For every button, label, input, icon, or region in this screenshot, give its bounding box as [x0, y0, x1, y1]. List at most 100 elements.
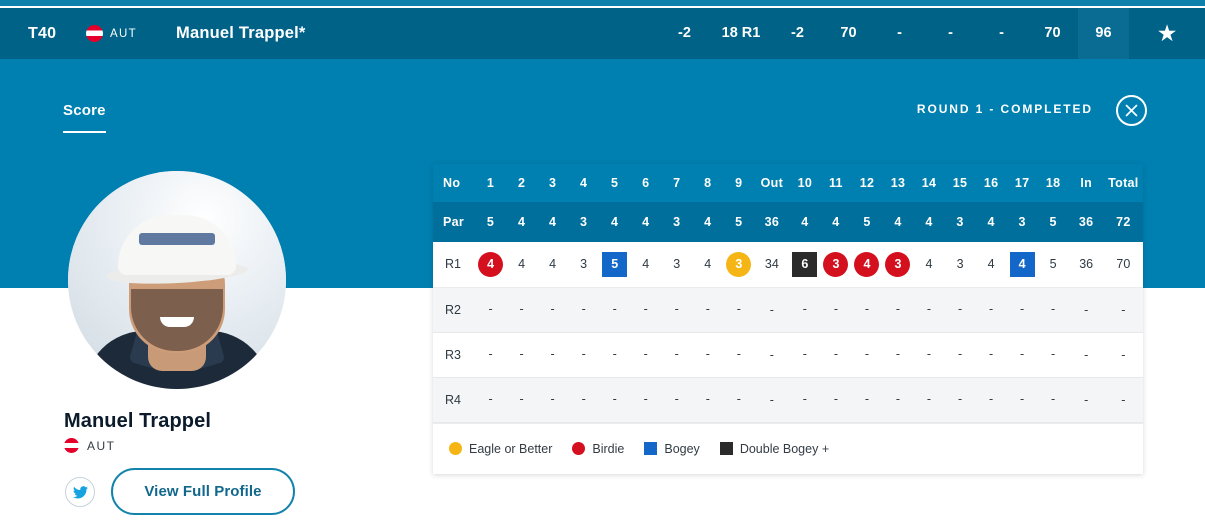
score-r1-hole-9: 3	[723, 242, 754, 287]
score-mark-plain: -	[1020, 392, 1025, 407]
score-r2-hole-18: -	[1038, 287, 1069, 332]
score-mark-plain: -	[612, 347, 617, 362]
score-mark-plain: -	[957, 392, 963, 407]
score-mark-plain: -	[833, 347, 838, 362]
score-mark-plain: -	[1051, 347, 1056, 362]
score-r1-hole-11: 3	[820, 242, 851, 287]
stat-to-par: -2	[678, 25, 691, 41]
star-icon[interactable]: ★	[1129, 8, 1205, 59]
score-r4-hole-13: -	[882, 377, 913, 422]
score-mark-plain: -	[864, 302, 870, 317]
score-r3-hole-10: -	[789, 332, 820, 377]
score-r3-hole-3: -	[537, 332, 568, 377]
par-hole-7: 3	[673, 215, 681, 229]
tab-score-underline	[63, 131, 106, 133]
hole-header-in: In	[1080, 176, 1093, 190]
score-mark-plain: -	[674, 347, 679, 362]
legend-swatch-icon	[644, 442, 658, 455]
hole-header-4: 4	[580, 176, 588, 190]
scorecard-table: No 1 2 3 4 5 6 7 8 9 Out 10 11 12 13 14 15 16 17 18 In Total P…	[433, 164, 1143, 423]
score-r1-hole-7: 3	[661, 242, 692, 287]
score-mark-plain: -	[1051, 392, 1056, 407]
score-mark-plain: -	[957, 347, 963, 362]
score-r4-hole-16: -	[976, 377, 1007, 422]
score-mark-bogey: 4	[1009, 251, 1035, 277]
score-r1-hole-10: 6	[789, 242, 820, 287]
score-r3-hole-11: -	[820, 332, 851, 377]
score-r3-hole-2: -	[506, 332, 537, 377]
player-country: AUT	[86, 25, 168, 42]
hole-header-total: Total	[1108, 176, 1139, 190]
stat-round-1: 70	[840, 25, 857, 41]
player-header-bar[interactable]: T40 AUT Manuel Trappel* -2 18 R1 -2 70 -…	[0, 8, 1205, 59]
legend-swatch-icon	[572, 442, 586, 455]
par-hole-14: 4	[925, 215, 933, 229]
player-position: T40	[28, 24, 57, 42]
close-icon[interactable]	[1116, 95, 1147, 126]
par-hole-2: 4	[517, 215, 526, 229]
score-mark-plain: -	[864, 392, 870, 407]
score-mark-plain: -	[519, 392, 524, 407]
score-r2-hole-5: -	[599, 287, 630, 332]
par-hole-12: 5	[863, 215, 871, 229]
hole-header-18: 18	[1045, 176, 1061, 190]
score-r2-hole-15: -	[945, 287, 976, 332]
score-mark-plain: -	[1020, 302, 1025, 317]
hole-header-8: 8	[704, 176, 712, 190]
stat-thru: 18 R1	[721, 25, 761, 41]
score-mark-plain: -	[736, 302, 741, 317]
score-mark-birdie: 3	[885, 251, 911, 277]
score-mark-plain: 4	[987, 257, 995, 271]
par-row-label: Par	[443, 215, 465, 229]
score-r1-total: 70	[1116, 257, 1131, 272]
score-mark-plain: 4	[704, 257, 712, 271]
score-r1-hole-1: 4	[475, 242, 506, 287]
score-mark-plain: 3	[580, 257, 588, 271]
score-r4-hole-7: -	[661, 377, 692, 422]
par-hole-4: 3	[580, 215, 588, 229]
score-mark-plain: 3	[956, 257, 964, 271]
hole-header-17: 17	[1014, 176, 1030, 190]
hole-header-9: 9	[735, 176, 743, 190]
score-r1-out: 34	[764, 257, 779, 272]
stat-round-3: -	[948, 25, 953, 41]
scorecard-par-row: Par 5 4 4 3 4 4 3 4 5 36 4 4 5 4 4 3 4 3 5 36 72	[433, 202, 1143, 242]
player-stats: -2 18 R1 -2 70 - - - 70 96 ★	[659, 8, 1205, 59]
tab-score[interactable]: Score	[63, 102, 106, 119]
score-r2-hole-9: -	[723, 287, 754, 332]
score-r1-hole-5: 5	[599, 242, 630, 287]
score-r3-hole-9: -	[723, 332, 754, 377]
score-r1-hole-8: 4	[692, 242, 723, 287]
view-full-profile-button[interactable]: View Full Profile	[111, 468, 295, 515]
score-mark-plain: -	[736, 347, 741, 362]
legend-item: Eagle or Better	[449, 442, 552, 456]
legend-swatch-icon	[449, 442, 462, 455]
hole-header-13: 13	[890, 176, 906, 190]
score-r4-hole-10: -	[789, 377, 820, 422]
round-label-r2: R2	[445, 302, 461, 317]
score-mark-plain: -	[674, 302, 679, 317]
score-mark-plain: -	[957, 302, 963, 317]
player-name-header[interactable]: Manuel Trappel*	[176, 24, 306, 43]
page-title: Manuel Trappel	[64, 410, 211, 432]
legend-label: Eagle or Better	[469, 441, 553, 456]
score-r4-hole-1: -	[475, 377, 506, 422]
score-r4-hole-8: -	[692, 377, 723, 422]
par-out: 36	[764, 215, 780, 229]
score-r2-hole-10: -	[789, 287, 820, 332]
score-mark-plain: -	[705, 302, 710, 317]
stat-points: 96	[1078, 8, 1129, 59]
score-r1-hole-12: 4	[851, 242, 882, 287]
legend-swatch-icon	[719, 442, 733, 455]
legend-item: Birdie	[572, 442, 624, 456]
score-mark-plain: -	[550, 302, 555, 317]
score-r2-hole-8: -	[692, 287, 723, 332]
twitter-icon[interactable]	[65, 477, 95, 507]
stat-round-4: -	[999, 25, 1004, 41]
score-r3-in: -	[1084, 347, 1089, 362]
par-hole-8: 4	[704, 215, 712, 229]
score-mark-plain: -	[988, 392, 994, 407]
scorecard: No 1 2 3 4 5 6 7 8 9 Out 10 11 12 13 14 15 16 17 18 In Total P…	[433, 164, 1143, 474]
par-total: 72	[1116, 215, 1131, 229]
score-r3-hole-8: -	[692, 332, 723, 377]
